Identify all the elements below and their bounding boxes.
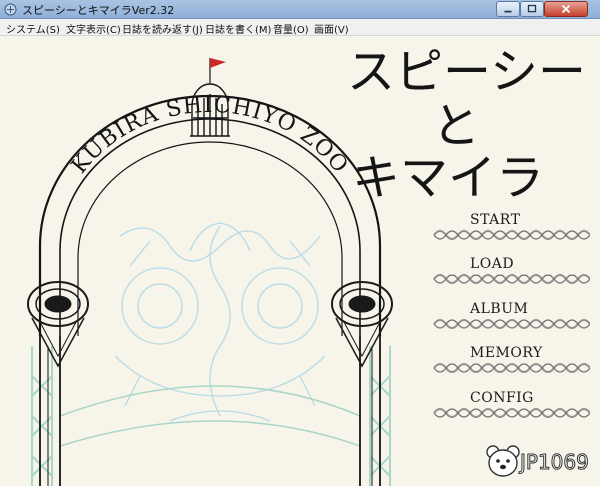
menu-load[interactable]: LOAD bbox=[430, 256, 590, 290]
right-pillar-ornament bbox=[331, 281, 393, 368]
menu-start[interactable]: START bbox=[430, 212, 590, 246]
maximize-icon bbox=[527, 4, 537, 13]
close-button[interactable] bbox=[544, 1, 588, 17]
menu-volume[interactable]: 音量(O) bbox=[273, 21, 309, 36]
red-flag bbox=[210, 58, 226, 68]
menu-system[interactable]: システム(S) bbox=[6, 21, 60, 36]
menu-bar: システム(S) 文字表示(C) 日誌を読み返す(J) 日誌を書く(M) 音量(O… bbox=[0, 19, 600, 36]
game-canvas[interactable]: KUBIRA SHICHIYO ZOO スピーシー と キマイラ START L… bbox=[0, 36, 600, 486]
celtic-knot-underline bbox=[433, 274, 590, 284]
celtic-knot-underline bbox=[433, 363, 590, 373]
menu-config[interactable]: CONFIG bbox=[430, 390, 590, 424]
app-icon bbox=[4, 3, 17, 16]
floral-filigree bbox=[114, 222, 326, 422]
menu-memory[interactable]: MEMORY bbox=[430, 345, 590, 379]
close-icon bbox=[561, 4, 571, 14]
celtic-knot-underline bbox=[433, 408, 590, 418]
minimize-button[interactable] bbox=[496, 1, 520, 17]
menu-album[interactable]: ALBUM bbox=[430, 301, 590, 335]
maximize-button[interactable] bbox=[520, 1, 544, 17]
window-title-bar[interactable]: スピーシーとキマイラVer2.32 bbox=[0, 0, 600, 19]
left-pillar-ornament bbox=[27, 281, 89, 368]
minimize-icon bbox=[504, 10, 512, 13]
game-title-line-2: と bbox=[431, 98, 480, 154]
window-title: スピーシーとキマイラVer2.32 bbox=[22, 4, 175, 17]
celtic-knot-underline bbox=[433, 319, 590, 329]
bear-icon bbox=[486, 445, 520, 477]
menu-screen[interactable]: 画面(V) bbox=[314, 21, 349, 36]
watermark: JP1069 bbox=[484, 442, 600, 482]
game-title-line-1: スピーシー bbox=[346, 44, 586, 100]
watermark-text: JP1069 bbox=[520, 450, 590, 475]
celtic-knot-underline bbox=[433, 230, 590, 240]
menu-text-display[interactable]: 文字表示(C) bbox=[66, 21, 121, 36]
menu-write-journal[interactable]: 日誌を書く(M) bbox=[205, 21, 271, 36]
game-title-line-3: キマイラ bbox=[351, 150, 544, 206]
menu-read-journal[interactable]: 日誌を読み返す(J) bbox=[122, 21, 203, 36]
